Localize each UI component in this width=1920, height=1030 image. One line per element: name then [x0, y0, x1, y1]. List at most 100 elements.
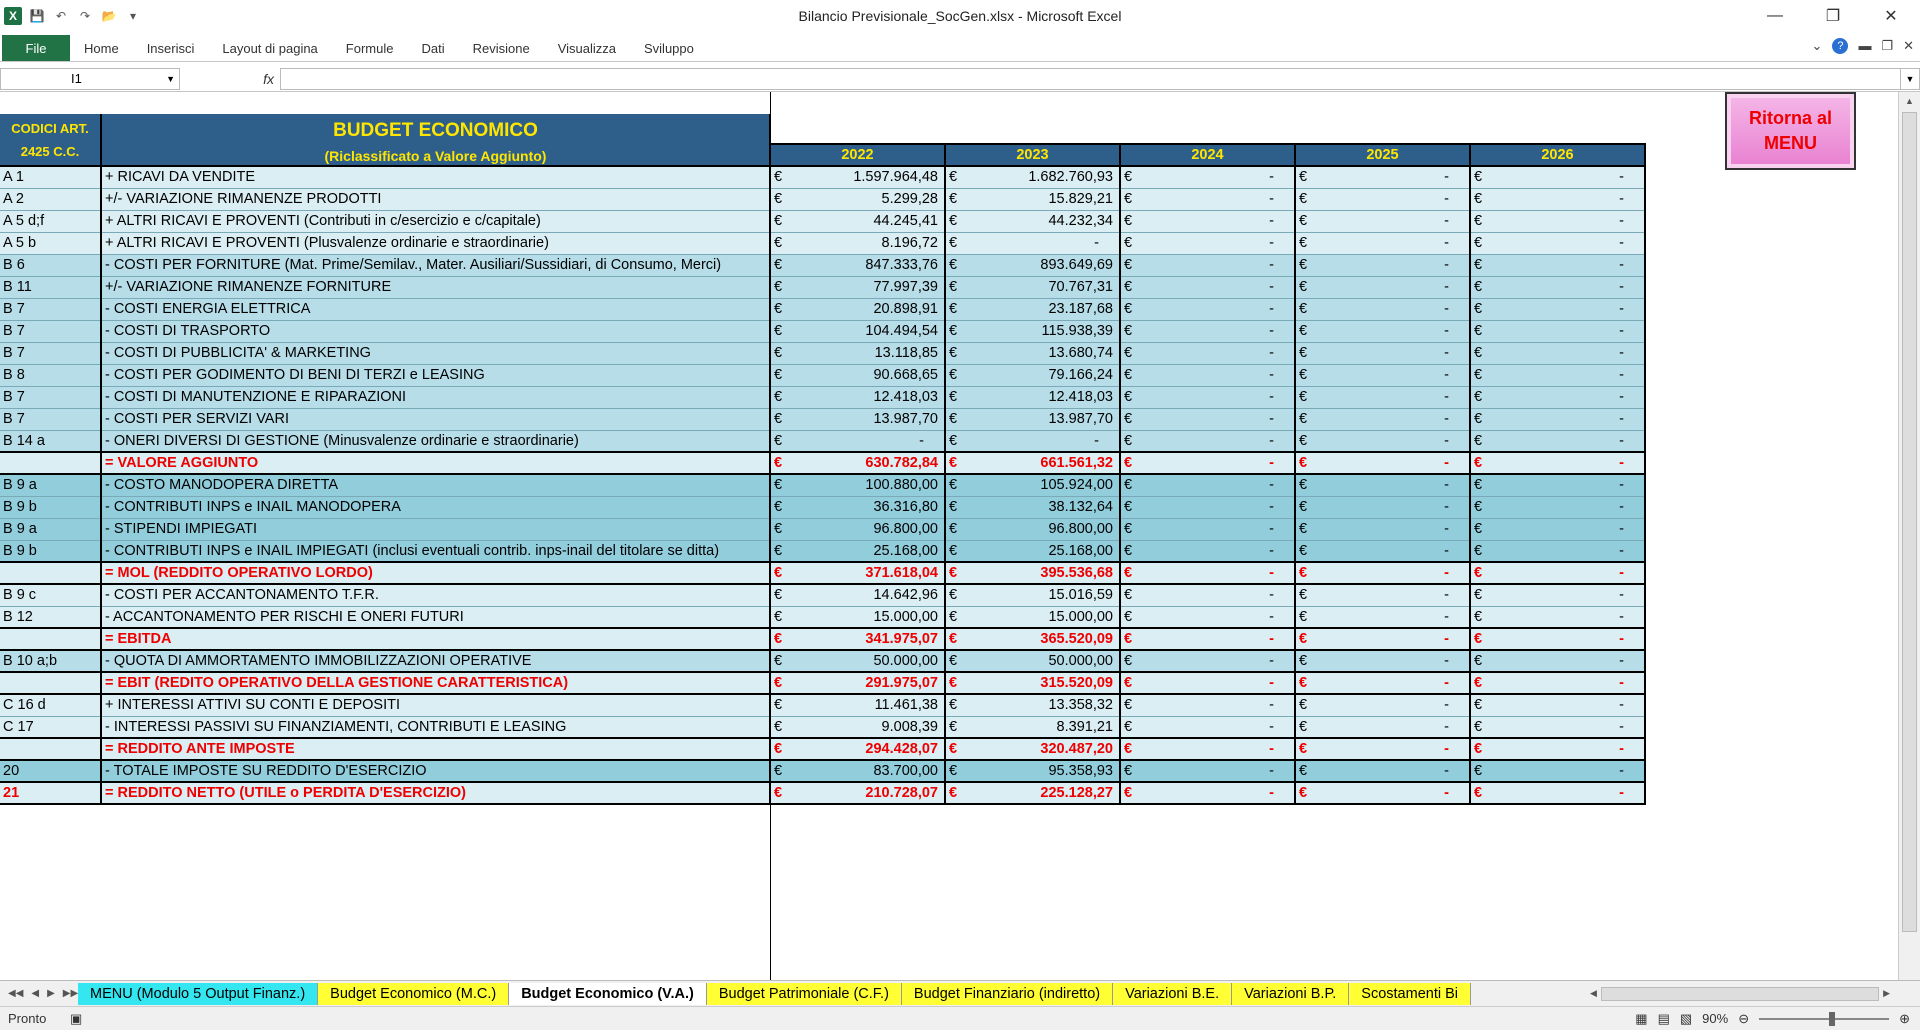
value-cell[interactable]: €13.987,70 [770, 408, 946, 431]
value-cell[interactable]: €13.680,74 [945, 342, 1121, 365]
value-cell[interactable]: €23.187,68 [945, 298, 1121, 321]
row-description[interactable]: - CONTRIBUTI INPS e INAIL MANODOPERA [101, 496, 771, 519]
tab-formulas[interactable]: Formule [332, 35, 408, 61]
zoom-knob[interactable] [1829, 1011, 1836, 1026]
value-cell[interactable]: € - [1120, 781, 1296, 805]
value-cell[interactable]: € - [1120, 408, 1296, 431]
value-cell[interactable]: € - [1295, 232, 1471, 255]
value-cell[interactable]: € - [1470, 561, 1646, 585]
value-cell[interactable]: € - [1470, 342, 1646, 365]
value-cell[interactable]: €83.700,00 [770, 760, 946, 783]
value-cell[interactable]: € - [1120, 342, 1296, 365]
sheet-tab[interactable]: Budget Patrimoniale (C.F.) [706, 982, 902, 1005]
value-cell[interactable]: €291.975,07 [770, 671, 946, 695]
value-cell[interactable]: € - [1470, 188, 1646, 211]
row-description[interactable]: + RICAVI DA VENDITE [101, 166, 771, 189]
zoom-slider[interactable] [1759, 1011, 1890, 1026]
value-cell[interactable]: € - [1470, 540, 1646, 563]
minimize-icon[interactable]: — [1746, 0, 1804, 32]
value-cell[interactable]: €371.618,04 [770, 561, 946, 585]
value-cell[interactable]: € - [1295, 166, 1471, 189]
row-description[interactable]: = EBIT (REDITO OPERATIVO DELLA GESTIONE … [101, 671, 771, 695]
value-cell[interactable]: €13.358,32 [945, 694, 1121, 717]
value-cell[interactable]: €1.597.964,48 [770, 166, 946, 189]
value-cell[interactable]: € - [1295, 671, 1471, 695]
value-cell[interactable]: € - [1470, 210, 1646, 233]
value-cell[interactable]: €15.000,00 [770, 606, 946, 629]
value-cell[interactable]: € - [1470, 408, 1646, 431]
row-code[interactable] [0, 627, 102, 651]
value-cell[interactable]: € - [1120, 188, 1296, 211]
value-cell[interactable]: €1.682.760,93 [945, 166, 1121, 189]
value-cell[interactable]: €11.461,38 [770, 694, 946, 717]
row-description[interactable]: + ALTRI RICAVI E PROVENTI (Contributi in… [101, 210, 771, 233]
row-description[interactable]: = MOL (REDDITO OPERATIVO LORDO) [101, 561, 771, 585]
value-cell[interactable]: € - [1295, 606, 1471, 629]
tab-home[interactable]: Home [70, 35, 133, 61]
row-description[interactable]: - CONTRIBUTI INPS e INAIL IMPIEGATI (inc… [101, 540, 771, 563]
value-cell[interactable]: €100.880,00 [770, 474, 946, 497]
value-cell[interactable]: € - [1470, 451, 1646, 475]
value-cell[interactable]: € - [1120, 451, 1296, 475]
insert-function-icon[interactable]: fx [180, 68, 280, 90]
value-cell[interactable]: € - [1120, 518, 1296, 541]
sheet-tab[interactable]: Variazioni B.E. [1113, 982, 1233, 1005]
value-cell[interactable]: €77.997,39 [770, 276, 946, 299]
row-code[interactable] [0, 451, 102, 475]
undo-icon[interactable]: ↶ [52, 7, 70, 25]
close-icon[interactable]: ✕ [1862, 0, 1920, 32]
row-code[interactable]: B 14 a [0, 430, 102, 453]
value-cell[interactable]: € - [1295, 342, 1471, 365]
row-code[interactable] [0, 561, 102, 585]
tab-data[interactable]: Dati [407, 35, 458, 61]
value-cell[interactable]: €105.924,00 [945, 474, 1121, 497]
value-cell[interactable]: € - [1470, 584, 1646, 607]
scroll-left-icon[interactable]: ◀ [1590, 988, 1597, 999]
value-cell[interactable]: € - [1470, 166, 1646, 189]
hscroll-thumb[interactable] [1600, 986, 1880, 1001]
value-cell[interactable]: €315.520,09 [945, 671, 1121, 695]
value-cell[interactable]: € - [1470, 320, 1646, 343]
value-cell[interactable]: €13.118,85 [770, 342, 946, 365]
row-code[interactable]: C 17 [0, 716, 102, 739]
value-cell[interactable]: € - [1120, 320, 1296, 343]
value-cell[interactable]: € - [1470, 760, 1646, 783]
zoom-out-icon[interactable]: ⊖ [1738, 1011, 1749, 1027]
value-cell[interactable]: €210.728,07 [770, 781, 946, 805]
sheet-tab[interactable]: Budget Finanziario (indiretto) [901, 982, 1114, 1005]
value-cell[interactable]: € - [1120, 627, 1296, 651]
row-description[interactable]: = REDDITO NETTO (UTILE o PERDITA D'ESERC… [101, 781, 771, 805]
sheet-tab[interactable]: Budget Economico (M.C.) [318, 982, 510, 1005]
row-code[interactable]: B 9 a [0, 474, 102, 497]
value-cell[interactable]: € - [1295, 408, 1471, 431]
row-description[interactable]: - COSTI DI MANUTENZIONE E RIPARAZIONI [101, 386, 771, 409]
value-cell[interactable]: €44.245,41 [770, 210, 946, 233]
value-cell[interactable]: € - [1295, 254, 1471, 277]
row-description[interactable]: - COSTI DI PUBBLICITA' & MARKETING [101, 342, 771, 365]
value-cell[interactable]: €25.168,00 [770, 540, 946, 563]
doc-close-icon[interactable]: ✕ [1903, 38, 1914, 54]
tab-view[interactable]: Visualizza [544, 35, 630, 61]
value-cell[interactable]: €395.536,68 [945, 561, 1121, 585]
row-description[interactable]: - COSTI PER FORNITURE (Mat. Prime/Semila… [101, 254, 771, 277]
value-cell[interactable]: €38.132,64 [945, 496, 1121, 519]
value-cell[interactable]: € - [1470, 606, 1646, 629]
row-description[interactable]: - COSTI ENERGIA ELETTRICA [101, 298, 771, 321]
tab-file[interactable]: File [2, 35, 70, 61]
value-cell[interactable]: €25.168,00 [945, 540, 1121, 563]
value-cell[interactable]: €95.358,93 [945, 760, 1121, 783]
sheet-tab[interactable]: Budget Economico (V.A.) [509, 982, 707, 1005]
value-cell[interactable]: € - [945, 232, 1121, 255]
scroll-right-icon[interactable]: ▶ [1883, 988, 1890, 999]
row-code[interactable]: B 12 [0, 606, 102, 629]
row-code[interactable]: B 7 [0, 298, 102, 321]
chevron-down-icon[interactable]: ▼ [166, 74, 175, 84]
value-cell[interactable]: € - [1470, 518, 1646, 541]
value-cell[interactable]: € - [945, 430, 1121, 453]
row-description[interactable]: - INTERESSI PASSIVI SU FINANZIAMENTI, CO… [101, 716, 771, 739]
value-cell[interactable]: €15.829,21 [945, 188, 1121, 211]
row-description[interactable]: = EBITDA [101, 627, 771, 651]
tab-page-layout[interactable]: Layout di pagina [208, 35, 331, 61]
vertical-scrollbar[interactable]: ▲ [1898, 92, 1920, 980]
value-cell[interactable]: € - [1470, 386, 1646, 409]
